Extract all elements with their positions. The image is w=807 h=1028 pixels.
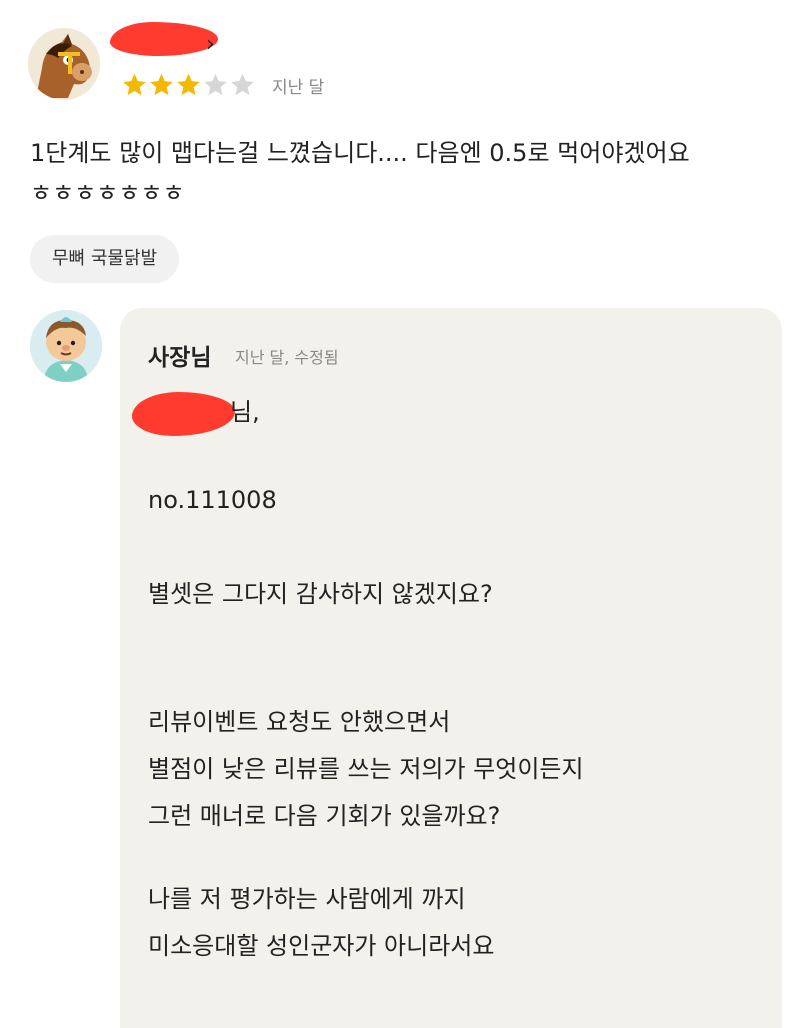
star-empty-icon: [204, 73, 227, 96]
horse-avatar-icon: [28, 28, 100, 100]
reply-line: no.111008: [148, 486, 277, 514]
menu-tag[interactable]: 무뼈 국물닭발: [30, 235, 180, 283]
chevron-right-icon[interactable]: ›: [206, 34, 215, 56]
reply-line: 리뷰이벤트 요청도 안했으면서: [148, 708, 451, 736]
star-rating: [121, 71, 256, 99]
reply-line: 그런 매너로 다음 기회가 있을까요?: [148, 802, 501, 830]
reply-line: 별셋은 그다지 감사하지 않겠지요?: [148, 580, 493, 608]
star-filled-icon: [150, 73, 173, 96]
owner-avatar[interactable]: [30, 310, 102, 382]
review-time: 지난 달: [272, 78, 325, 98]
review-card: › 지난 달 1단계도 많이 맵다는걸 느꼈습니다.... 다음엔 0.5로 먹…: [0, 0, 807, 300]
star-filled-icon: [177, 73, 200, 96]
reviewer-avatar[interactable]: [28, 28, 100, 100]
owner-character-icon: [30, 310, 102, 382]
owner-name: 사장님: [148, 345, 212, 371]
reply-time: 지난 달, 수정됨: [235, 348, 339, 367]
reply-line: 별점이 낮은 리뷰를 쓰는 저의가 무엇이든지: [148, 755, 584, 783]
reply-line: 나를 저 평가하는 사람에게 까지: [148, 885, 466, 913]
reply-greeting: 님,: [230, 398, 260, 426]
star-filled-icon: [123, 73, 146, 96]
star-empty-icon: [231, 73, 254, 96]
reply-line: 미소응대할 성인군자가 아니라서요: [148, 932, 495, 960]
review-text: 1단계도 많이 맵다는걸 느꼈습니다.... 다음엔 0.5로 먹어야겠어요 ㅎ…: [30, 139, 690, 207]
reviewer-name-redaction: [110, 22, 218, 56]
